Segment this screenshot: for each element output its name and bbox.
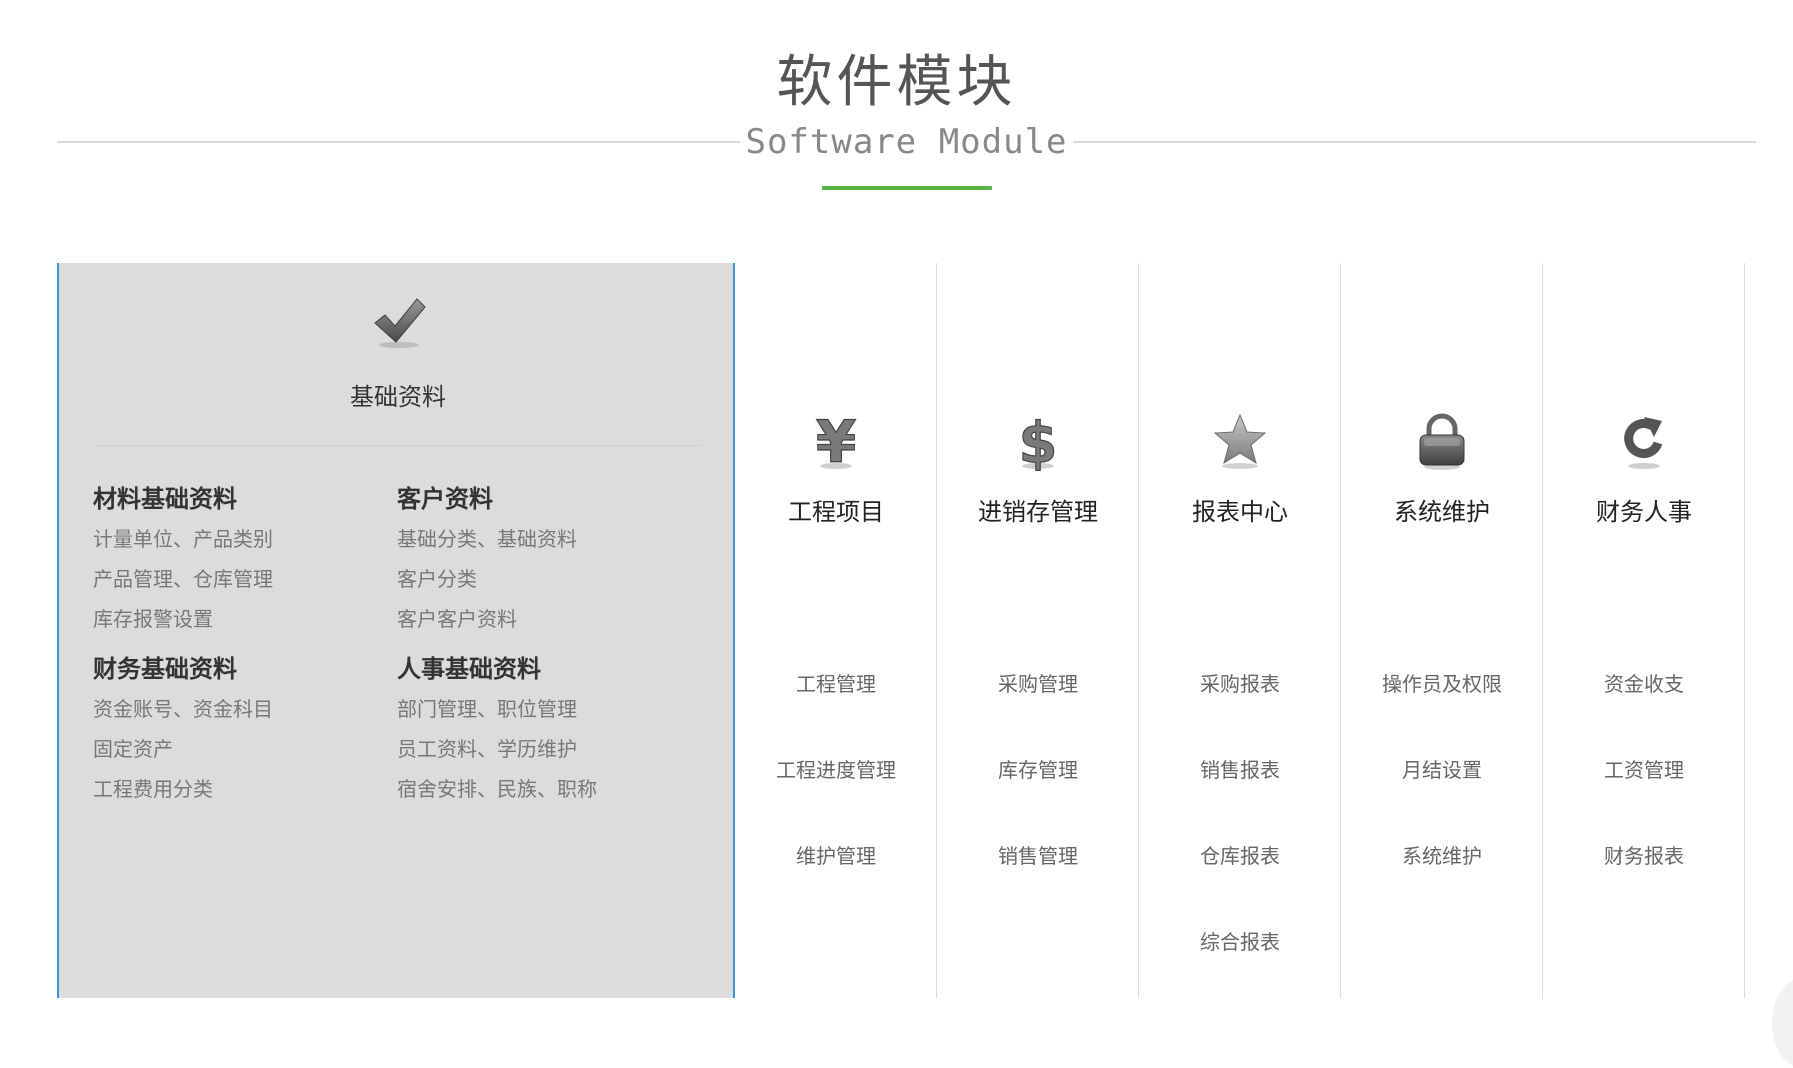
- module-title: 财务人事: [1596, 498, 1692, 526]
- module-title: 基础资料: [350, 383, 446, 411]
- dollar-icon: $: [1008, 410, 1068, 476]
- module-item[interactable]: 销售管理: [937, 813, 1139, 899]
- group-finance-basics: 财务基础资料 资金账号、资金科目 固定资产 工程费用分类: [93, 653, 393, 809]
- module-item[interactable]: 操作员及权限: [1341, 641, 1543, 727]
- group-item[interactable]: 库存报警设置: [93, 599, 393, 639]
- group-item[interactable]: 产品管理、仓库管理: [93, 559, 393, 599]
- module-card-inventory[interactable]: $ 进销存管理 采购管理 库存管理 销售管理: [937, 263, 1139, 998]
- module-card-reports[interactable]: 报表中心 采购报表 销售报表 仓库报表 综合报表: [1139, 263, 1341, 998]
- group-item[interactable]: 客户客户资料: [397, 599, 697, 639]
- group-title: 客户资料: [397, 485, 493, 513]
- star-icon: [1210, 411, 1270, 471]
- module-items: 操作员及权限 月结设置 系统维护: [1341, 641, 1543, 899]
- module-item[interactable]: 月结设置: [1341, 727, 1543, 813]
- refresh-icon: [1614, 411, 1674, 471]
- module-card-system[interactable]: 系统维护 操作员及权限 月结设置 系统维护: [1341, 263, 1543, 998]
- checkmark-icon: [369, 293, 429, 353]
- module-item[interactable]: 销售报表: [1139, 727, 1341, 813]
- module-item[interactable]: 工程管理: [735, 641, 937, 727]
- title-accent-bar: [822, 186, 992, 190]
- module-items: 工程管理 工程进度管理 维护管理: [735, 641, 937, 899]
- group-material-basics: 材料基础资料 计量单位、产品类别 产品管理、仓库管理 库存报警设置: [93, 483, 393, 639]
- module-item[interactable]: 采购管理: [937, 641, 1139, 727]
- group-item[interactable]: 部门管理、职位管理: [397, 689, 697, 729]
- module-item[interactable]: 财务报表: [1543, 813, 1745, 899]
- group-title: 人事基础资料: [397, 655, 541, 683]
- group-item[interactable]: 宿舍安排、民族、职称: [397, 769, 697, 809]
- subtitle-row: Software Module: [57, 122, 1756, 162]
- subtitle-divider-left: [57, 141, 740, 143]
- module-items: 资金收支 工资管理 财务报表: [1543, 641, 1745, 899]
- module-item[interactable]: 维护管理: [735, 813, 937, 899]
- lock-icon: [1412, 411, 1472, 471]
- group-customer-data: 客户资料 基础分类、基础资料 客户分类 客户客户资料: [397, 483, 697, 639]
- module-card-engineering[interactable]: ¥ 工程项目 工程管理 工程进度管理 维护管理: [735, 263, 937, 998]
- svg-text:¥: ¥: [816, 411, 856, 471]
- group-item[interactable]: 计量单位、产品类别: [93, 519, 393, 559]
- group-item[interactable]: 客户分类: [397, 559, 697, 599]
- module-title: 进销存管理: [978, 498, 1098, 526]
- group-hr-basics: 人事基础资料 部门管理、职位管理 员工资料、学历维护 宿舍安排、民族、职称: [397, 653, 697, 809]
- yen-icon: ¥: [806, 407, 866, 476]
- module-card-finance-hr[interactable]: 财务人事 资金收支 工资管理 财务报表: [1543, 263, 1745, 998]
- group-item[interactable]: 基础分类、基础资料: [397, 519, 697, 559]
- module-item[interactable]: 工程进度管理: [735, 727, 937, 813]
- group-item[interactable]: 工程费用分类: [93, 769, 393, 809]
- module-item[interactable]: 库存管理: [937, 727, 1139, 813]
- subtitle-divider-right: [1073, 141, 1756, 143]
- module-title: 工程项目: [788, 498, 884, 526]
- module-item[interactable]: 资金收支: [1543, 641, 1745, 727]
- module-title: 报表中心: [1192, 498, 1288, 526]
- group-title: 材料基础资料: [93, 485, 237, 513]
- module-items: 采购管理 库存管理 销售管理: [937, 641, 1139, 899]
- module-title: 系统维护: [1394, 498, 1490, 526]
- group-title: 财务基础资料: [93, 655, 237, 683]
- section-title: 软件模块: [776, 50, 1017, 115]
- module-items: 采购报表 销售报表 仓库报表 综合报表: [1139, 641, 1341, 985]
- module-item[interactable]: 仓库报表: [1139, 813, 1341, 899]
- group-item[interactable]: 员工资料、学历维护: [397, 729, 697, 769]
- module-item[interactable]: 综合报表: [1139, 899, 1341, 985]
- group-item[interactable]: 固定资产: [93, 729, 393, 769]
- module-item[interactable]: 系统维护: [1341, 813, 1543, 899]
- module-item[interactable]: 工资管理: [1543, 727, 1745, 813]
- module-item[interactable]: 采购报表: [1139, 641, 1341, 727]
- floating-scroll-button[interactable]: [1772, 978, 1793, 1068]
- group-item[interactable]: 资金账号、资金科目: [93, 689, 393, 729]
- module-grid: 基础资料 材料基础资料 计量单位、产品类别 产品管理、仓库管理 库存报警设置 客…: [57, 263, 1753, 998]
- svg-text:$: $: [1019, 411, 1058, 471]
- module-card-basic-data[interactable]: 基础资料 材料基础资料 计量单位、产品类别 产品管理、仓库管理 库存报警设置 客…: [57, 263, 735, 998]
- featured-divider: [93, 445, 701, 446]
- section-subtitle: Software Module: [745, 122, 1068, 162]
